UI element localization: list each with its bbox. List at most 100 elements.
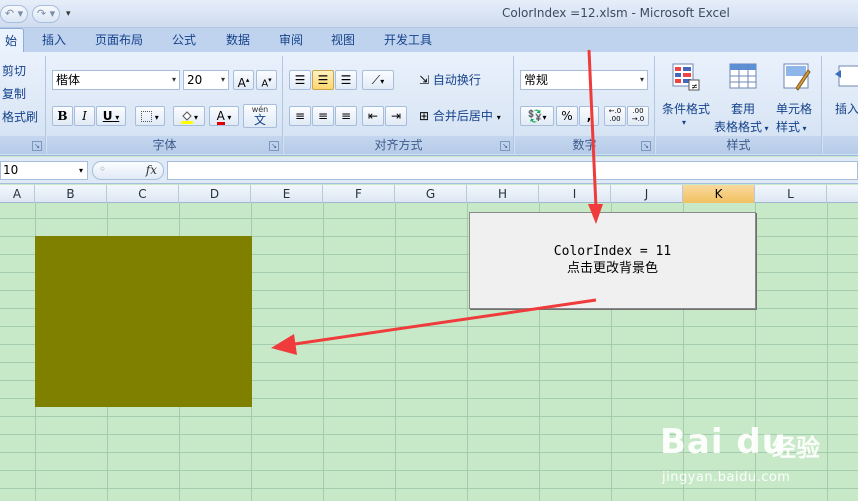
bold-button[interactable]: B [52,106,73,126]
column-header-f[interactable]: F [323,185,395,203]
formula-input[interactable] [167,161,858,180]
font-size-combo[interactable]: 20 ▾ [183,70,229,90]
fill-color-button[interactable]: ▾ [173,106,205,126]
tab-home[interactable]: 始 [0,28,25,52]
currency-icon: 💱 [527,109,543,123]
clipboard-launcher-icon[interactable]: ↘ [32,141,42,151]
customize-qat-icon[interactable]: ▾ [66,9,71,19]
column-header-h[interactable]: H [467,185,539,203]
borders-button[interactable]: ▾ [135,106,165,126]
tab-review[interactable]: 审阅 [279,28,303,52]
italic-button[interactable]: I [74,106,95,126]
alignment-group-label: 对齐方式 [284,136,513,154]
conditional-formatting-button[interactable]: ≠ 条件格式 ▾ [658,60,714,132]
insert-function-button[interactable]: fx [146,163,157,177]
insert-cells-button[interactable]: 插入 [823,60,858,132]
font-group-label: 字体 [47,136,282,154]
font-launcher-icon[interactable]: ↘ [269,141,279,151]
button-label-action: 点击更改背景色 [566,261,658,276]
tab-formulas[interactable]: 公式 [172,28,196,52]
column-headers: ABCDEFGHIJKL [0,185,858,203]
column-header-l[interactable]: L [755,185,827,203]
column-header-a[interactable]: A [0,185,35,203]
wrap-text-icon: ⇲ [419,73,430,87]
watermark-url: jingyan.baidu.com [662,470,791,485]
font-name-combo[interactable]: 楷体 ▾ [52,70,180,90]
tab-data[interactable]: 数据 [226,28,250,52]
expand-handle-icon[interactable]: ◦ [99,162,106,176]
decrease-decimal-button[interactable]: .00 →.0 [627,106,649,126]
tab-view[interactable]: 视图 [331,28,355,52]
align-left-button[interactable]: ≡ [289,106,311,126]
cell-styles-button[interactable]: 单元格 样式 ▾ [774,60,820,134]
merge-cells-icon: ⊞ [419,109,430,123]
column-header-m[interactable] [827,185,858,203]
orientation-button[interactable]: ⟋▾ [362,70,394,90]
increase-indent-button[interactable]: ⇥ [385,106,407,126]
paint-bucket-icon [180,110,194,124]
font-group: 楷体 ▾ 20 ▾ A▴ A▾ B I U ▾ ▾ ▾ A ▾ wén 文 字体… [47,56,283,154]
phonetic-guide-button[interactable]: wén 文 [243,104,277,128]
font-name-dropdown-icon[interactable]: ▾ [172,71,176,89]
column-header-e[interactable]: E [251,185,323,203]
tab-developer[interactable]: 开发工具 [384,28,432,52]
format-painter-button[interactable]: 格式刷 [2,108,38,125]
redo-button[interactable]: ↷ ▾ [32,5,60,23]
title-bar: ↶ ▾ ↷ ▾ ▾ ColorIndex =12.xlsm - Microsof… [0,0,858,28]
cut-button[interactable]: 剪切 [2,62,26,79]
quick-access-toolbar: ↶ ▾ ↷ ▾ ▾ [0,4,71,24]
clipboard-group: 剪切 复制 格式刷 ↘ [0,56,46,154]
baidu-logo: Bai du [660,422,787,462]
font-color-icon: A [216,109,225,125]
number-launcher-icon[interactable]: ↘ [641,141,651,151]
column-header-b[interactable]: B [35,185,107,203]
underline-button[interactable]: U ▾ [96,106,126,126]
grow-font-button[interactable]: A▴ [233,70,254,90]
alignment-group: ☰ ☰ ☰ ⟋▾ ⇲ 自动换行 ≡ ≡ ≡ ⇤ ⇥ ⊞ 合并后居中 ▾ 对齐方式… [284,56,514,154]
column-header-g[interactable]: G [395,185,467,203]
name-box-dropdown-icon[interactable]: ▾ [79,162,83,179]
insert-cells-icon [835,65,858,87]
top-align-button[interactable]: ☰ [289,70,311,90]
name-box[interactable]: 10 ▾ [0,161,88,180]
styles-group: ≠ 条件格式 ▾ 套用 表格格式 ▾ 单元格 样式 ▾ 样式 [656,56,822,154]
tab-page-layout[interactable]: 页面布局 [95,28,143,52]
accounting-format-button[interactable]: 💱▾ [520,106,554,126]
wrap-text-button[interactable]: ⇲ 自动换行 [414,70,510,90]
watermark-jingyan: 经验 [772,434,820,462]
ribbon: 剪切 复制 格式刷 ↘ 楷体 ▾ 20 ▾ A▴ A▾ B I U ▾ ▾ ▾ … [0,52,858,156]
baidu-watermark: Bai du 经验 jingyan.baidu.com [660,408,850,496]
copy-button[interactable]: 复制 [2,85,26,102]
align-center-button[interactable]: ≡ [312,106,334,126]
bottom-align-button[interactable]: ☰ [335,70,357,90]
column-header-k[interactable]: K [683,185,755,203]
change-color-button[interactable]: ColorIndex = 11 点击更改背景色 [469,212,756,309]
column-header-d[interactable]: D [179,185,251,203]
middle-align-button[interactable]: ☰ [312,70,334,90]
percent-style-button[interactable]: % [556,106,578,126]
color-filled-rectangle[interactable] [35,236,252,407]
font-size-dropdown-icon[interactable]: ▾ [221,71,225,89]
undo-button[interactable]: ↶ ▾ [0,5,28,23]
column-header-i[interactable]: I [539,185,611,203]
comma-style-button[interactable]: , [579,106,599,126]
svg-text:≠: ≠ [691,82,698,91]
font-color-button[interactable]: A ▾ [209,106,239,126]
alignment-launcher-icon[interactable]: ↘ [500,141,510,151]
styles-group-label: 样式 [656,136,821,154]
borders-icon [141,111,153,122]
increase-decimal-button[interactable]: ←.0 .00 [604,106,626,126]
column-header-j[interactable]: J [611,185,683,203]
align-right-button[interactable]: ≡ [335,106,357,126]
decrease-indent-button[interactable]: ⇤ [362,106,384,126]
merge-center-button[interactable]: ⊞ 合并后居中 ▾ [414,106,510,126]
shrink-font-button[interactable]: A▾ [256,70,277,90]
tab-insert[interactable]: 插入 [42,28,66,52]
number-group-label: 数字 [515,136,654,154]
number-format-dropdown-icon[interactable]: ▾ [640,71,644,89]
format-as-table-button[interactable]: 套用 表格格式 ▾ [714,60,772,134]
column-header-c[interactable]: C [107,185,179,203]
cell-styles-icon [783,63,811,91]
number-format-combo[interactable]: 常规 ▾ [520,70,648,90]
window-title: ColorIndex =12.xlsm - Microsoft Excel [502,6,730,20]
